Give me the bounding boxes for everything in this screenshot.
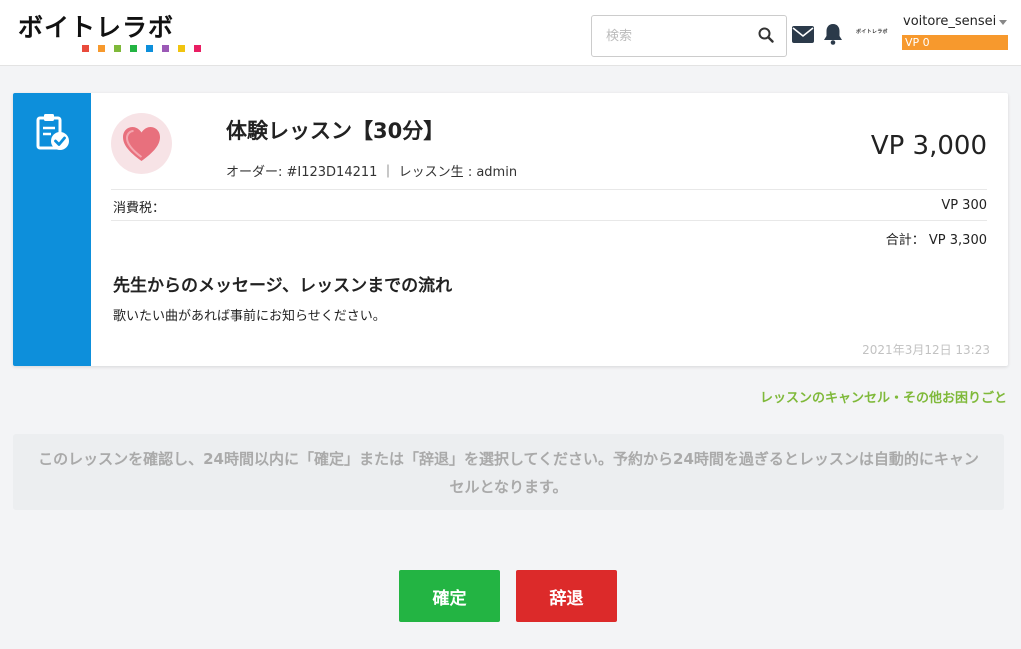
site-logo[interactable]: ボイトレラボ [18, 14, 201, 52]
notice-box: このレッスンを確認し、24時間以内に「確定」または「辞退」を選択してください。予… [13, 434, 1004, 510]
logo-dot [162, 45, 169, 52]
tax-value: VP 300 [941, 198, 987, 213]
confirm-button[interactable]: 確定 [399, 570, 500, 622]
order-info: オーダー: #I123D14211 ｜ レッスン生 : admin [226, 165, 518, 180]
search-input[interactable] [592, 16, 752, 56]
teacher-avatar [111, 113, 172, 174]
heart-icon [123, 127, 160, 161]
message-body: 歌いたい曲があれば事前にお知らせください。 [113, 309, 386, 324]
vp-balance-badge: VP 0 [902, 35, 1008, 50]
user-avatar-logo[interactable]: ボイトレラボ [856, 28, 888, 35]
divider [111, 189, 987, 190]
logo-dot [130, 45, 137, 52]
decline-button[interactable]: 辞退 [516, 570, 617, 622]
logo-dot [146, 45, 153, 52]
logo-dot [194, 45, 201, 52]
logo-dots [82, 45, 201, 52]
clipboard-check-icon [35, 113, 71, 157]
cancel-help-link[interactable]: レッスンのキャンセル・その他お困りごと [760, 387, 1007, 406]
username[interactable]: voitore_sensei [903, 14, 996, 29]
lesson-price: VP 3,000 [870, 131, 987, 161]
logo-text: ボイトレラボ [18, 13, 175, 42]
chevron-down-icon[interactable] [999, 20, 1007, 25]
mail-icon[interactable] [792, 26, 814, 47]
top-header: ボイトレラボ ボイトレラボ voitore_sensei VP 0 [0, 0, 1021, 66]
logo-dot [98, 45, 105, 52]
divider [111, 220, 987, 221]
total-amount: 合計： VP 3,300 [885, 233, 987, 248]
lesson-card: 体験レッスン【30分】 オーダー: #I123D14211 ｜ レッスン生 : … [13, 93, 1008, 366]
card-side-bar [13, 93, 91, 366]
lesson-title: 体験レッスン【30分】 [226, 119, 445, 143]
search-box [591, 15, 787, 57]
tax-label: 消費税： [113, 201, 166, 216]
search-icon[interactable] [758, 27, 774, 47]
logo-dot [178, 45, 185, 52]
logo-dot [114, 45, 121, 52]
bell-icon[interactable] [823, 23, 843, 49]
timestamp: 2021年3月12日 13:23 [862, 343, 990, 357]
logo-dot [82, 45, 89, 52]
message-heading: 先生からのメッセージ、レッスンまでの流れ [113, 276, 453, 296]
